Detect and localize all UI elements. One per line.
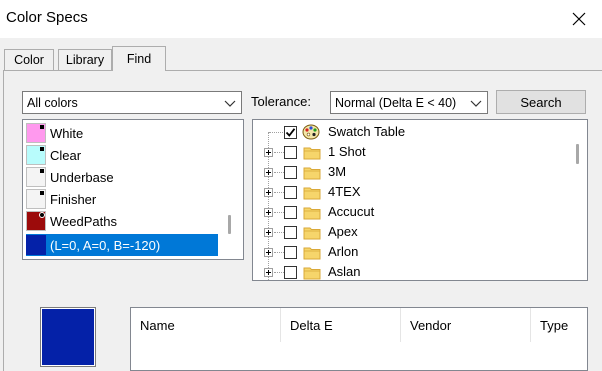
- tree-item-arlon[interactable]: Arlon: [253, 242, 573, 262]
- tree-item-label: Aslan: [328, 264, 361, 279]
- results-table[interactable]: Name Delta E Vendor Type: [130, 307, 588, 371]
- tree-connector: [274, 172, 284, 173]
- color-name: Finisher: [50, 191, 97, 207]
- tab-color[interactable]: Color: [4, 49, 54, 70]
- tree-connector: [274, 152, 284, 153]
- tree-connector: [274, 272, 284, 273]
- tree-item-label: Arlon: [328, 244, 359, 259]
- color-swatch: [26, 235, 46, 255]
- list-item[interactable]: Clear: [26, 144, 218, 166]
- tree-item-3m[interactable]: 3M: [253, 162, 573, 182]
- color-name: Clear: [50, 147, 82, 163]
- tree-checkbox[interactable]: [284, 186, 297, 199]
- folder-icon: [303, 147, 321, 160]
- tree-scrollbar-thumb[interactable]: [576, 144, 579, 164]
- color-preview-fill: [42, 309, 94, 365]
- tolerance-label: Tolerance:: [251, 94, 311, 109]
- colors-list[interactable]: White Clear Underbase Finisher WeedPaths…: [22, 119, 244, 260]
- tolerance-value: Normal (Delta E < 40): [335, 95, 457, 110]
- tree-item-label: Swatch Table: [328, 124, 406, 139]
- color-filter-select[interactable]: All colors: [22, 91, 242, 114]
- folder-icon: [303, 267, 321, 280]
- column-header-name[interactable]: Name: [131, 308, 281, 342]
- title-bar: Color Specs: [0, 0, 602, 38]
- library-tree[interactable]: Swatch Table 1 Shot 3M 4TEX Accucut Apex…: [252, 119, 588, 281]
- tree-item-apex[interactable]: Apex: [253, 222, 573, 242]
- expand-icon[interactable]: [264, 148, 273, 157]
- folder-icon: [303, 167, 321, 180]
- color-preview: [40, 307, 96, 367]
- tree-checkbox[interactable]: [284, 146, 297, 159]
- marker-dot: [40, 191, 44, 195]
- folder-icon: [303, 187, 321, 200]
- list-item[interactable]: WeedPaths: [26, 210, 218, 232]
- tree-item-accucut[interactable]: Accucut: [253, 202, 573, 222]
- color-swatch: [26, 211, 46, 231]
- tree-checkbox-checked[interactable]: [284, 126, 297, 139]
- color-swatch: [26, 189, 46, 209]
- tree-item-4tex[interactable]: 4TEX: [253, 182, 573, 202]
- list-item[interactable]: Underbase: [26, 166, 218, 188]
- tree-item-aslan[interactable]: Aslan: [253, 262, 573, 280]
- tree-item-swatch-table[interactable]: Swatch Table: [253, 122, 573, 142]
- tree-item-1-shot[interactable]: 1 Shot: [253, 142, 573, 162]
- expand-icon[interactable]: [264, 268, 273, 277]
- expand-icon[interactable]: [264, 228, 273, 237]
- expand-icon[interactable]: [264, 248, 273, 257]
- folder-icon: [303, 247, 321, 260]
- folder-icon: [303, 207, 321, 220]
- tree-connector: [274, 252, 284, 253]
- marker-dot: [40, 169, 44, 173]
- column-header-delta-e[interactable]: Delta E: [281, 308, 401, 342]
- tree-checkbox[interactable]: [284, 266, 297, 279]
- window-title: Color Specs: [6, 9, 88, 26]
- tree-checkbox[interactable]: [284, 246, 297, 259]
- color-filter-value: All colors: [27, 95, 78, 110]
- color-name: Underbase: [50, 169, 114, 185]
- close-button[interactable]: [556, 0, 602, 38]
- search-button[interactable]: Search: [496, 90, 586, 114]
- checkmark-icon: [285, 128, 296, 137]
- column-header-type[interactable]: Type: [531, 308, 587, 342]
- tab-library[interactable]: Library: [58, 49, 112, 70]
- marker-dot: [40, 147, 44, 151]
- marker-ring: [39, 212, 45, 218]
- color-name: (L=0, A=0, B=-120): [50, 237, 161, 253]
- color-swatch: [26, 123, 46, 143]
- color-swatch: [26, 167, 46, 187]
- tree-connector: [274, 232, 284, 233]
- tree-item-label: Accucut: [328, 204, 375, 219]
- tree-connector: [269, 132, 285, 133]
- color-name: White: [50, 125, 84, 141]
- tree-connector: [274, 212, 284, 213]
- list-item-selected[interactable]: (L=0, A=0, B=-120): [26, 234, 218, 256]
- folder-icon: [303, 227, 321, 240]
- expand-icon[interactable]: [264, 188, 273, 197]
- tree-item-label: 1 Shot: [328, 144, 366, 159]
- list-item[interactable]: White: [26, 122, 218, 144]
- chevron-down-icon: [224, 100, 236, 107]
- expand-icon[interactable]: [264, 168, 273, 177]
- tree-item-label: 3M: [328, 164, 347, 179]
- tree-connector: [274, 192, 284, 193]
- tree-checkbox[interactable]: [284, 166, 297, 179]
- tolerance-select[interactable]: Normal (Delta E < 40): [330, 91, 488, 114]
- tab-find[interactable]: Find: [112, 46, 166, 71]
- color-name: WeedPaths: [50, 213, 117, 229]
- tree-item-label: Apex: [328, 224, 358, 239]
- tree-item-label: 4TEX: [328, 184, 361, 199]
- expand-icon[interactable]: [264, 208, 273, 217]
- column-header-vendor[interactable]: Vendor: [401, 308, 531, 342]
- tree-checkbox[interactable]: [284, 206, 297, 219]
- list-scrollbar-thumb[interactable]: [228, 215, 231, 234]
- tree-checkbox[interactable]: [284, 226, 297, 239]
- color-swatch: [26, 145, 46, 165]
- close-icon: [572, 12, 586, 26]
- marker-dot: [40, 125, 44, 129]
- palette-icon: [302, 124, 320, 140]
- chevron-down-icon: [470, 100, 482, 107]
- list-item[interactable]: Finisher: [26, 188, 218, 210]
